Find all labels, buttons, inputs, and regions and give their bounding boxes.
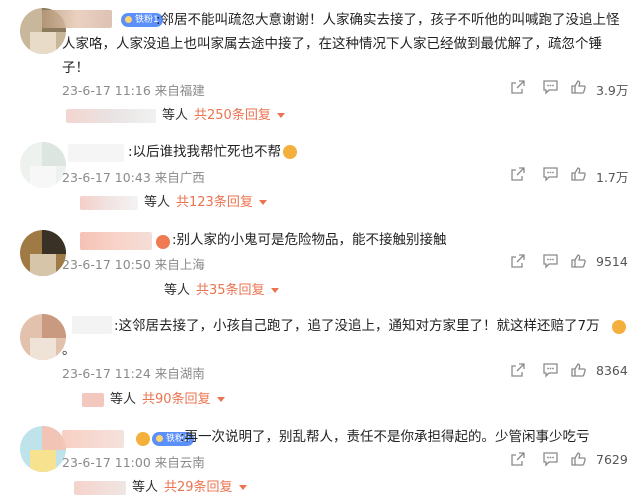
thumbs-up-icon [571,80,586,94]
share-icon [511,452,525,466]
avatar[interactable] [20,230,66,276]
comment-button[interactable] [542,79,559,97]
like-count: 8364 [596,363,628,378]
thumbs-up-icon [571,452,586,466]
share-icon [511,254,525,268]
username-redacted[interactable] [80,232,152,250]
chevron-down-icon [258,200,267,205]
comment-icon [543,363,558,378]
comment-meta: 23-6-17 11:24 来自湖南 [62,366,205,381]
reply-summary[interactable]: 等人 共250条回复 [66,106,285,126]
chevron-down-icon [238,485,247,490]
emoji-icon [283,145,297,159]
like-button[interactable]: 7629 [570,451,628,469]
reply-users-redacted [82,392,104,407]
comment-text: :这邻居去接了，小孩自己跑了，追了没追上，通知对方家里了！就这样还赔了7万 [114,318,600,334]
reply-prefix: 等人 [162,108,189,123]
share-button[interactable] [510,451,526,469]
comment-meta: 23-6-17 10:50 来自上海 [62,257,205,272]
like-button[interactable]: 3.9万 [570,79,628,98]
share-icon [511,363,525,377]
comment-item: :这邻居去接了，小孩自己跑了，追了没追上，通知对方家里了！就这样还赔了7万 。 … [0,312,643,414]
reply-users-redacted [74,480,126,495]
view-replies-link[interactable]: 共35条回复 [196,283,265,298]
like-count: 1.7万 [596,170,629,185]
thumbs-up-icon [571,363,586,377]
comment-actions: 7629 [510,451,628,469]
like-button[interactable]: 9514 [570,253,628,271]
avatar[interactable] [20,426,66,472]
reply-prefix: 等人 [132,480,159,495]
username-redacted[interactable] [72,316,112,334]
comment-text: :邻居不能叫疏忽大意谢谢！人家确实去接了，孩子不听他的叫喊跑了没追上怪人家咯，人… [62,12,620,76]
reply-users-redacted [80,195,138,210]
like-count: 3.9万 [596,83,629,98]
reply-prefix: 等人 [110,392,137,407]
view-replies-link[interactable]: 共90条回复 [142,392,211,407]
comment-item: 铁粉1 :邻居不能叫疏忽大意谢谢！人家确实去接了，孩子不听他的叫喊跑了没追上怪人… [0,0,643,128]
comment-button[interactable] [542,451,559,469]
share-button[interactable] [510,166,526,184]
chevron-down-icon [276,113,285,118]
share-button[interactable] [510,253,526,271]
avatar[interactable] [20,142,66,188]
like-button[interactable]: 1.7万 [570,166,628,185]
like-count: 7629 [596,452,628,467]
comment-text-continued: 。 [62,342,76,358]
reply-prefix: 等人 [144,195,171,210]
reply-summary[interactable]: 等人 共123条回复 [80,193,267,213]
comment-icon [543,80,558,95]
comment-actions: 1.7万 [510,166,628,185]
chevron-down-icon [270,288,279,293]
share-icon [511,80,525,94]
fan-badge-icon [156,235,170,249]
username-redacted[interactable] [62,430,124,448]
emoji-icon [136,432,150,446]
thumbs-up-icon [571,167,586,181]
avatar[interactable] [20,314,66,360]
view-replies-link[interactable]: 共29条回复 [164,480,233,495]
emoji-icon [612,320,626,334]
comment-item: :以后谁找我帮忙死也不帮 23-6-17 10:43 来自广西 1.7万 等人共… [0,138,643,224]
share-button[interactable] [510,362,526,380]
comment-button[interactable] [542,166,559,184]
comment-text: :再一次说明了，别乱帮人，责任不是你承担得起的。少管闲事少吃亏 [180,429,590,445]
comment-text: :别人家的小鬼可是危险物品，能不接触别接触 [172,232,447,248]
username-redacted[interactable] [68,144,124,162]
comment-item: :别人家的小鬼可是危险物品，能不接触别接触 23-6-17 10:50 来自上海… [0,226,643,306]
reply-prefix: 等人 [164,283,191,298]
reply-users-redacted [66,108,156,123]
like-count: 9514 [596,254,628,269]
reply-summary[interactable]: 等人 共29条回复 [74,478,247,498]
comment-button[interactable] [542,253,559,271]
comment-actions: 9514 [510,253,628,271]
reply-summary[interactable]: 等人 共35条回复 [164,281,279,301]
comment-icon [543,254,558,269]
comment-actions: 3.9万 [510,79,628,98]
comment-button[interactable] [542,362,559,380]
view-replies-link[interactable]: 共123条回复 [176,195,253,210]
comment-meta: 23-6-17 11:16 来自福建 [62,83,205,98]
thumbs-up-icon [571,254,586,268]
comment-meta: 23-6-17 10:43 来自广西 [62,170,205,185]
share-icon [511,167,525,181]
view-replies-link[interactable]: 共250条回复 [194,108,271,123]
reply-summary[interactable]: 等人 共90条回复 [82,390,225,410]
comment-icon [543,452,558,467]
comment-item: 铁粉2 :再一次说明了，别乱帮人，责任不是你承担得起的。少管闲事少吃亏 23-6… [0,422,643,501]
chevron-down-icon [216,397,225,402]
comment-meta: 23-6-17 11:00 来自云南 [62,455,205,470]
like-button[interactable]: 8364 [570,362,628,380]
comment-text: :以后谁找我帮忙死也不帮 [128,144,282,160]
share-button[interactable] [510,79,526,97]
comment-actions: 8364 [510,362,628,380]
comment-icon [543,167,558,182]
